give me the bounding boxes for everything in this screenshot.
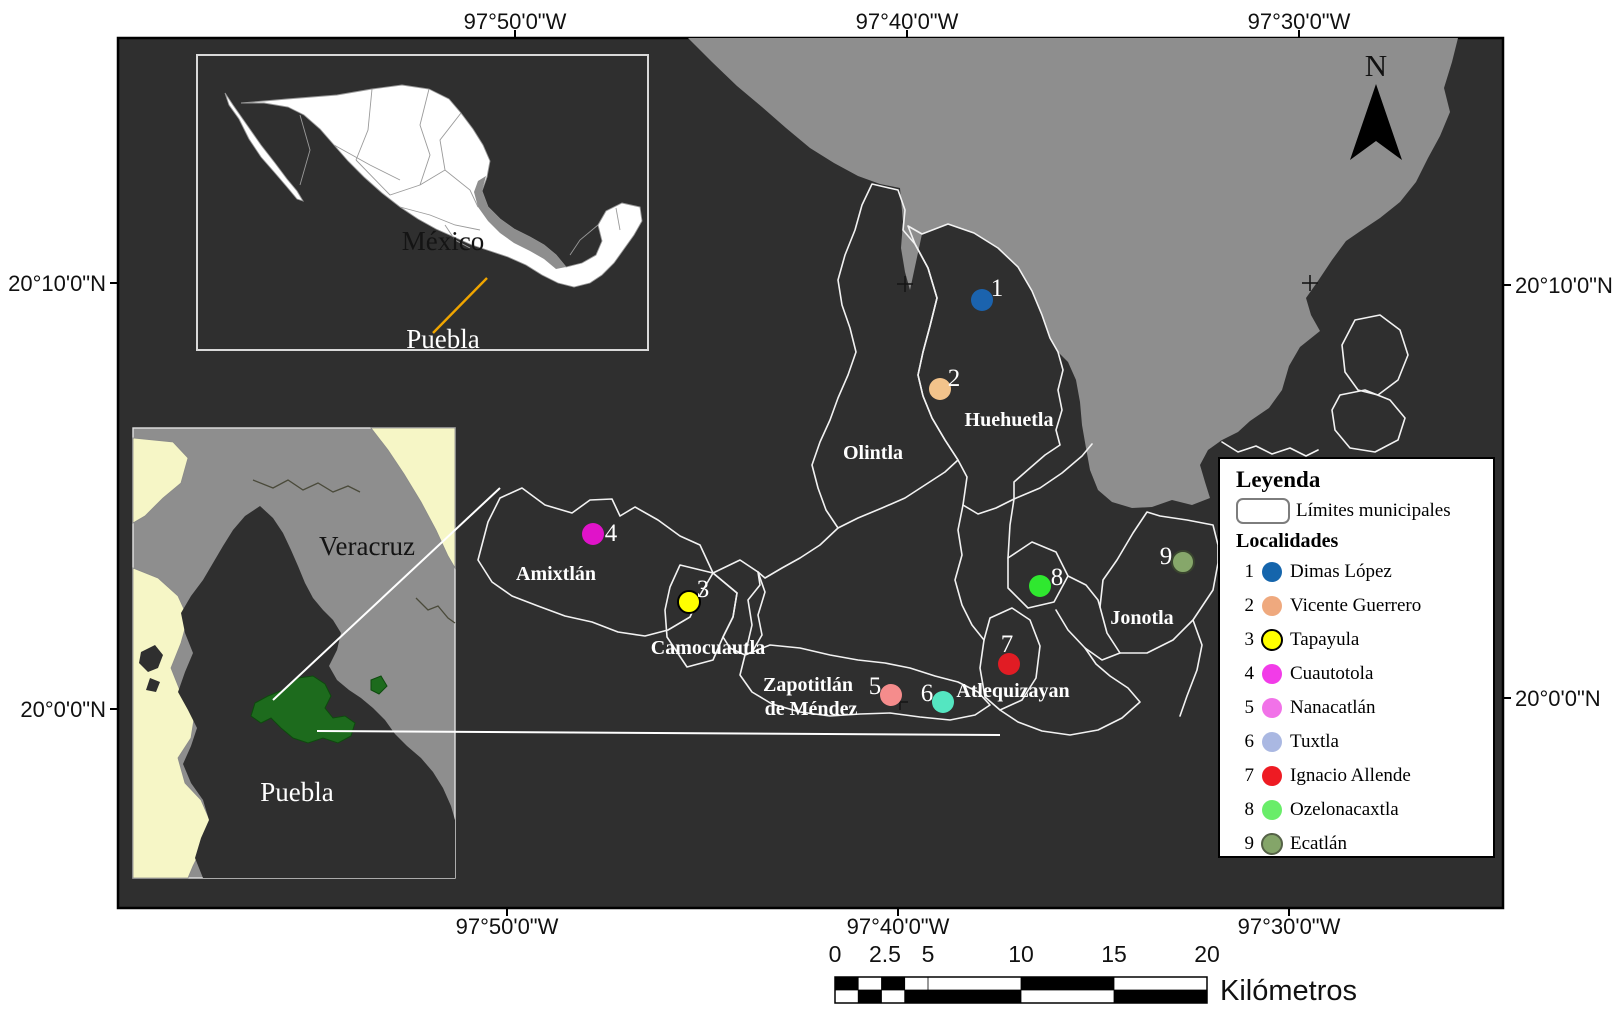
lon-label-bottom-2: 97°40'0"W (847, 914, 950, 939)
legend-item-6: 6 Tuxtla (1236, 725, 1493, 759)
label-zapotitlan-2: de Méndez (765, 698, 858, 720)
legend-item-number: 4 (1236, 663, 1254, 685)
lat-label-right-2: 20°0'0"N (1515, 686, 1601, 711)
legend-limits-row: Límites municipales (1236, 495, 1493, 527)
legend-item-5: 5 Nanacatlán (1236, 691, 1493, 725)
legend-item-label: Ecatlán (1290, 833, 1347, 855)
label-olintla: Olintla (843, 442, 903, 464)
north-label: N (1365, 48, 1387, 83)
legend-item-2: 2 Vicente Guerrero (1236, 589, 1493, 623)
lon-label-top-1: 97°50'0"W (464, 9, 567, 34)
locality-swatch-icon (1260, 594, 1284, 618)
locality-dot-4 (582, 523, 604, 545)
legend-item-3: 3 Tapayula (1236, 623, 1493, 657)
locality-number-3: 3 (697, 576, 710, 603)
legend-localities-title: Localidades (1236, 527, 1493, 555)
locality-number-9: 9 (1160, 543, 1173, 570)
mexico-country-label: México (402, 226, 484, 256)
veracruz-region-label: Veracruz (319, 531, 415, 561)
locality-number-5: 5 (869, 673, 882, 700)
locality-dot-1 (971, 289, 993, 311)
puebla-state-label: Puebla (406, 324, 480, 354)
legend-item-label: Dimas López (1290, 561, 1392, 583)
legend-item-9: 9 Ecatlán (1236, 827, 1493, 861)
legend-item-number: 8 (1236, 799, 1254, 821)
legend-item-number: 5 (1236, 697, 1254, 719)
legend-item-1: 1 Dimas López (1236, 555, 1493, 589)
locality-dot-6 (932, 691, 954, 713)
legend-item-number: 7 (1236, 765, 1254, 787)
locality-number-4: 4 (605, 520, 618, 547)
municipal-limits-symbol (1236, 498, 1290, 524)
lon-label-bottom-3: 97°30'0"W (1238, 914, 1341, 939)
lon-label-bottom-1: 97°50'0"W (456, 914, 559, 939)
label-camocuautla: Camocuautla (651, 637, 765, 659)
legend-item-number: 3 (1236, 629, 1254, 651)
locality-map-figure: México Puebla Veracruz Puebla (0, 0, 1624, 1020)
locality-dot-8 (1029, 575, 1051, 597)
legend-item-label: Nanacatlán (1290, 697, 1375, 719)
scale-label-15: 15 (1101, 941, 1127, 967)
lon-label-top-2: 97°40'0"W (856, 9, 959, 34)
legend-item-label: Vicente Guerrero (1290, 595, 1421, 617)
legend-item-number: 2 (1236, 595, 1254, 617)
locality-dot-9 (1172, 551, 1194, 573)
legend-title: Leyenda (1236, 465, 1493, 495)
scale-label-5: 5 (922, 941, 935, 967)
locality-number-6: 6 (921, 680, 934, 707)
locality-swatch-icon (1260, 696, 1284, 720)
locality-swatch-icon (1260, 628, 1284, 652)
locality-number-8: 8 (1051, 564, 1064, 591)
label-jonotla: Jonotla (1110, 607, 1173, 629)
scale-label-10: 10 (1008, 941, 1034, 967)
scale-bar: 0 2.5 5 10 15 20 Kilómetros (829, 941, 1357, 1007)
scale-label-2-5: 2.5 (869, 941, 901, 967)
locality-swatch-icon (1260, 662, 1284, 686)
legend-limits-label: Límites municipales (1296, 500, 1451, 522)
scale-unit-label: Kilómetros (1220, 975, 1357, 1007)
lat-label-right-1: 20°10'0"N (1515, 273, 1613, 298)
inset-mexico: México Puebla (197, 55, 648, 354)
legend-item-number: 1 (1236, 561, 1254, 583)
locality-dot-5 (880, 684, 902, 706)
locality-swatch-icon (1260, 730, 1284, 754)
lat-label-left-1: 20°10'0"N (8, 271, 106, 296)
legend-box: Leyenda Límites municipales Localidades … (1218, 457, 1495, 858)
scale-label-20: 20 (1194, 941, 1220, 967)
legend-item-number: 9 (1236, 833, 1254, 855)
locality-number-7: 7 (1001, 631, 1014, 658)
legend-item-label: Tapayula (1290, 629, 1359, 651)
locality-swatch-icon (1260, 832, 1284, 856)
locality-number-2: 2 (948, 365, 961, 392)
locality-swatch-icon (1260, 560, 1284, 584)
locality-swatch-icon (1260, 764, 1284, 788)
label-zapotitlan-1: Zapotitlán (763, 674, 853, 696)
legend-item-label: Cuautotola (1290, 663, 1373, 685)
legend-item-7: 7 Ignacio Allende (1236, 759, 1493, 793)
locality-swatch-icon (1260, 798, 1284, 822)
label-atlequizayan: Atlequizayan (956, 680, 1069, 702)
legend-item-8: 8 Ozelonacaxtla (1236, 793, 1493, 827)
legend-item-label: Ozelonacaxtla (1290, 799, 1399, 821)
legend-item-number: 6 (1236, 731, 1254, 753)
legend-item-4: 4 Cuautotola (1236, 657, 1493, 691)
lon-label-top-3: 97°30'0"W (1248, 9, 1351, 34)
label-huehuetla: Huehuetla (965, 409, 1054, 431)
locality-number-1: 1 (991, 275, 1004, 302)
lat-label-left-2: 20°0'0"N (20, 697, 106, 722)
inset-region: Veracruz Puebla (133, 428, 455, 878)
label-amixtlan: Amixtlán (516, 563, 596, 585)
legend-item-label: Tuxtla (1290, 731, 1339, 753)
scale-label-0: 0 (829, 941, 842, 967)
legend-item-label: Ignacio Allende (1290, 765, 1411, 787)
puebla-region-label: Puebla (260, 777, 334, 807)
